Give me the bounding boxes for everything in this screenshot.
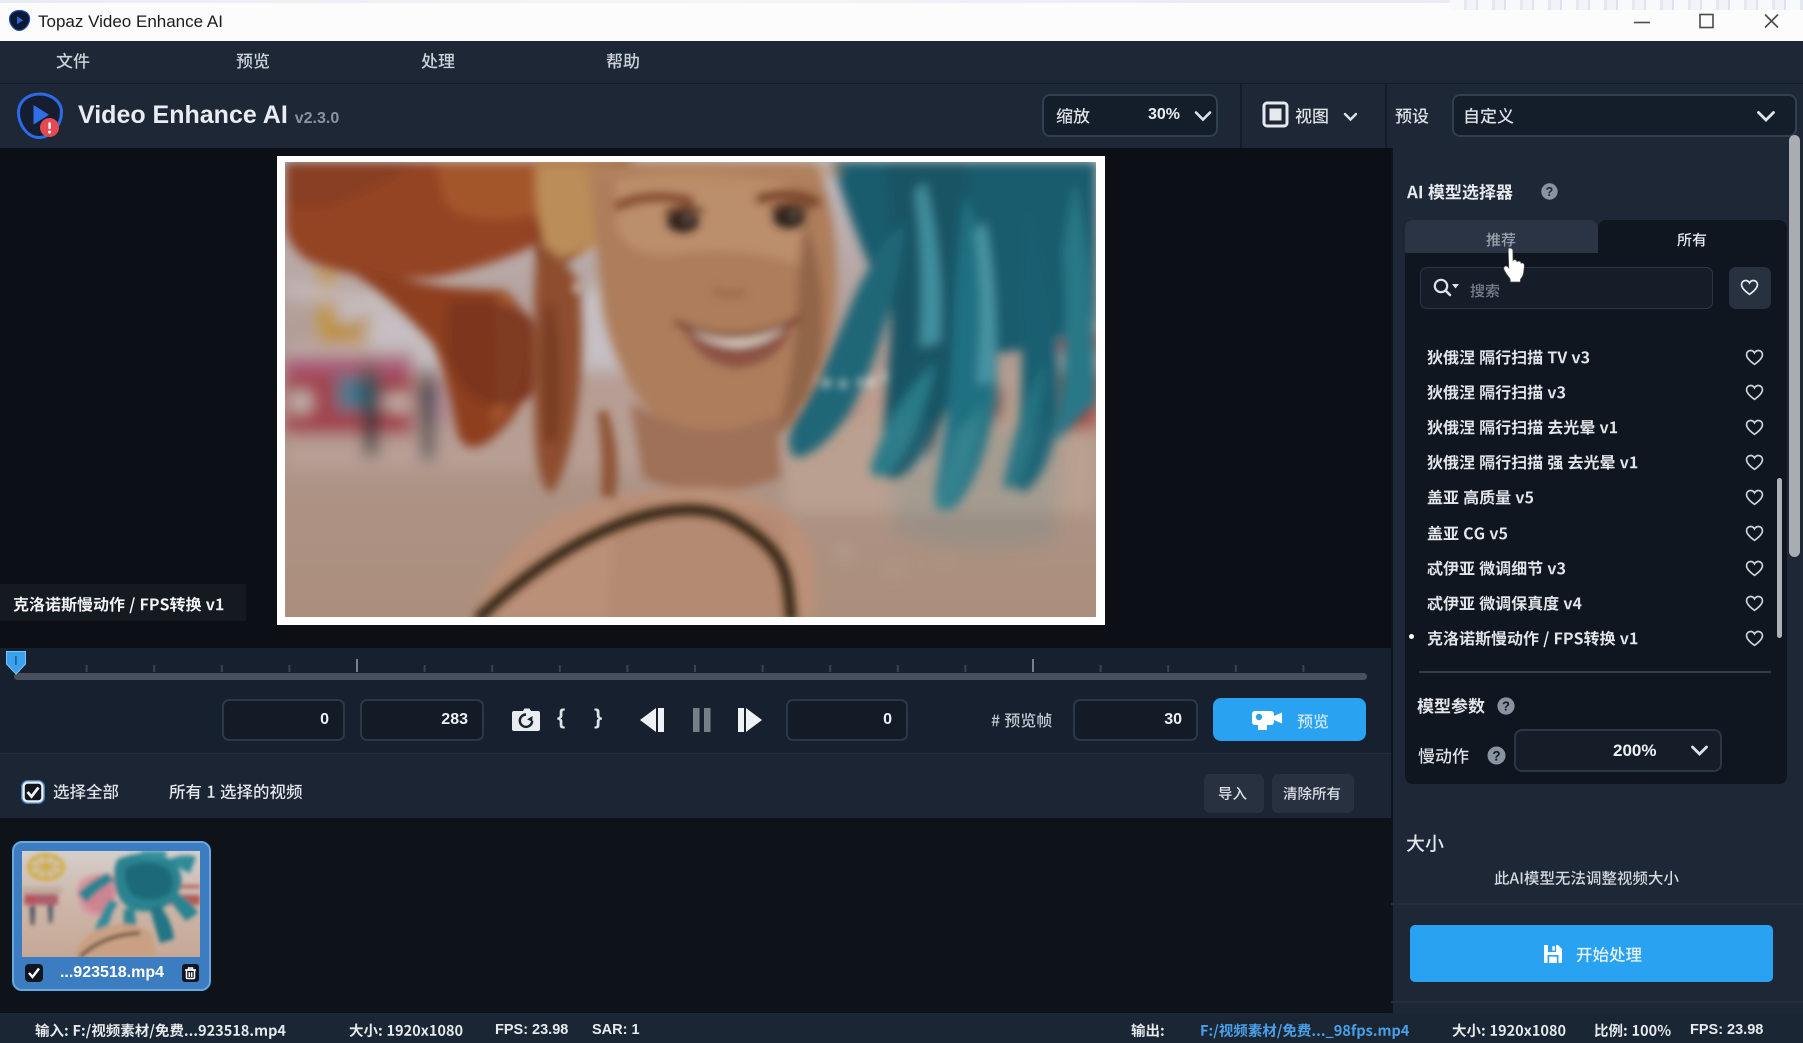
svg-text:?: ? (1492, 748, 1500, 763)
svg-text:?: ? (1502, 699, 1510, 714)
svg-text:?: ? (1546, 185, 1554, 199)
